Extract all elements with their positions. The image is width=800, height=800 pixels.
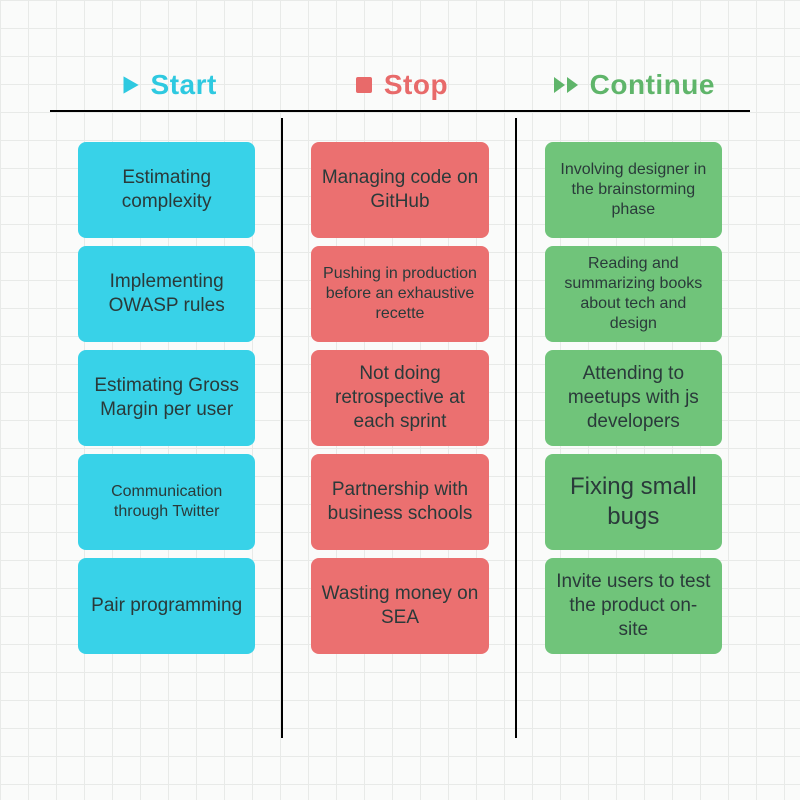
card-text: Wasting money on SEA [321, 582, 478, 630]
card-text: Invite users to test the product on-site [555, 570, 712, 641]
stop-cards: Managing code on GitHub Pushing in produ… [283, 142, 516, 654]
start-column: Start Estimating complexity Implementing… [50, 60, 283, 760]
continue-header: Continue [517, 60, 750, 110]
divider [50, 110, 283, 112]
card[interactable]: Involving designer in the brainstorming … [545, 142, 722, 238]
stop-column: Stop Managing code on GitHub Pushing in … [283, 60, 516, 760]
card-text: Partnership with business schools [321, 478, 478, 526]
stop-icon [352, 73, 376, 97]
card-text: Reading and summarizing books about tech… [555, 254, 712, 334]
stop-title: Stop [384, 69, 448, 101]
card-text: Implementing OWASP rules [88, 270, 245, 318]
card-text: Attending to meetups with js developers [555, 362, 712, 433]
card[interactable]: Estimating complexity [78, 142, 255, 238]
stop-header: Stop [283, 60, 516, 110]
play-icon [117, 72, 143, 98]
card[interactable]: Managing code on GitHub [311, 142, 488, 238]
card[interactable]: Invite users to test the product on-site [545, 558, 722, 654]
card[interactable]: Implementing OWASP rules [78, 246, 255, 342]
divider [517, 110, 750, 112]
start-header: Start [50, 60, 283, 110]
card-text: Pair programming [91, 594, 242, 618]
retrospective-board: Start Estimating complexity Implementing… [50, 60, 750, 760]
card[interactable]: Wasting money on SEA [311, 558, 488, 654]
card-text: Fixing small bugs [555, 472, 712, 532]
card[interactable]: Fixing small bugs [545, 454, 722, 550]
card-text: Involving designer in the brainstorming … [555, 160, 712, 220]
fast-forward-icon [552, 72, 582, 98]
divider [283, 110, 516, 112]
card[interactable]: Attending to meetups with js developers [545, 350, 722, 446]
card[interactable]: Estimating Gross Margin per user [78, 350, 255, 446]
card[interactable]: Not doing retrospective at each sprint [311, 350, 488, 446]
card[interactable]: Pair programming [78, 558, 255, 654]
card-text: Not doing retrospective at each sprint [321, 362, 478, 433]
card-text: Communication through Twitter [88, 482, 245, 522]
card-text: Managing code on GitHub [321, 166, 478, 214]
card-text: Estimating complexity [88, 166, 245, 214]
continue-column: Continue Involving designer in the brain… [517, 60, 750, 760]
start-cards: Estimating complexity Implementing OWASP… [50, 142, 283, 654]
card[interactable]: Reading and summarizing books about tech… [545, 246, 722, 342]
card[interactable]: Partnership with business schools [311, 454, 488, 550]
start-title: Start [151, 69, 217, 101]
continue-title: Continue [590, 69, 715, 101]
card-text: Estimating Gross Margin per user [88, 374, 245, 422]
card[interactable]: Pushing in production before an exhausti… [311, 246, 488, 342]
card[interactable]: Communication through Twitter [78, 454, 255, 550]
card-text: Pushing in production before an exhausti… [321, 264, 478, 324]
continue-cards: Involving designer in the brainstorming … [517, 142, 750, 654]
